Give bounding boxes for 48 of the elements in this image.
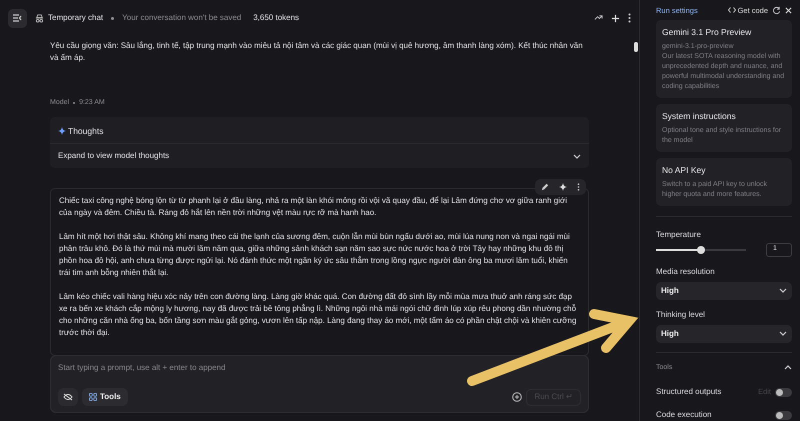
refresh-icon[interactable] [772, 6, 781, 15]
dropdown-select[interactable]: High [656, 282, 792, 300]
add-icon[interactable] [512, 392, 522, 402]
more-options-icon[interactable] [577, 183, 580, 192]
card-title: Gemini 3.1 Pro Preview [662, 26, 752, 39]
response-paragraph: Lâm kéo chiếc vali hàng hiệu xóc nảy trên con đường làng. Làng giờ khác quá. Con đường đất đỏ sình lầy mỗi mùa mưa thuở anh ráng sức đạp xe ra bến xe khách cắp mộng ly hương, nay đã được trải bê tông phẳng lì. Những ngôi nhà mái ngói chữ đinh lúp xúp rêu phong dần nhường chỗ cho những căn nhà ống ba, bốn tầng sơn màu gắt gỏng, vươn lên tấp nập. Làng đang thay áo mới, một tấm áo có phần chật chội và khiên cưỡng trước thời đại. [59, 291, 578, 340]
tools-icon [89, 393, 97, 401]
expand-thoughts-row[interactable]: Expand to view model thoughts [50, 144, 589, 168]
sparkle-icon[interactable] [559, 183, 567, 192]
new-chat-icon[interactable] [611, 14, 620, 22]
sparkle-icon [58, 126, 66, 135]
scrollbar-thumb[interactable] [634, 42, 638, 52]
select-label: Thinking level [656, 308, 706, 320]
stream-toggle-button[interactable] [58, 388, 78, 406]
user-message: Yêu cầu giọng văn: Sâu lắng, tinh tế, tập trung mạnh vào miêu tả nội tâm và các giác quan (mùi vị quê hương, âm thanh làng xóm). Kết thúc nhân văn và ấm áp. [50, 40, 584, 64]
card-title: System instructions [662, 110, 737, 123]
dropdown-select[interactable]: High [656, 324, 792, 342]
chevron-down-icon [573, 154, 581, 159]
code-icon [728, 7, 736, 14]
chat-subtitle: Your conversation won't be saved [122, 12, 242, 24]
eye-slash-icon [63, 393, 73, 401]
tool-label: Structured outputs [656, 386, 722, 398]
response-paragraph: Lâm hít một hơi thật sâu. Không khí mang theo cái the lạnh của sương đêm, cuộn lẫn mùi bùn ngấu dưới ao, mùi lúa nung non và ngai ngái mùi phân trâu khô. Đó là thứ mùi mà mười lăm năm qua, giữa những sảnh khách sạn năm sao sực nức nước hoa ở trời Tây hay những khu đô thị phồn hoa đô hội, anh chưa từng được ngửi lại. Nó đánh thức một ngăn ký ức sâu thẳm trong lồng ngực người đàn ông ba mươi lăm tuổi, khiến trái tim anh bỗng nhiên thắt lại. [59, 231, 571, 280]
compare-icon[interactable] [594, 14, 603, 22]
separator-dot [111, 16, 114, 20]
toggle-switch[interactable] [775, 410, 792, 420]
more-options-icon[interactable] [628, 13, 631, 23]
chevron-down-icon [779, 288, 787, 293]
chat-title: Temporary chat [48, 12, 104, 24]
menu-toggle-button[interactable] [8, 8, 27, 28]
temperature-label: Temperature [656, 228, 702, 240]
chevron-up-icon[interactable] [784, 365, 792, 370]
incognito-icon [35, 14, 44, 22]
response-paragraph: Chiếc taxi công nghệ bóng lộn từ từ phanh lại ở đầu làng, nhả ra một làn khói mỏng rồi vội vã quay đầu, để lại Lâm đứng chơ vơ giữa ranh giới của ngày và đêm. Chiều tà. Ráng đỏ hắt lên nền trời những vệt màu rực rỡ mà hanh hao. [59, 195, 568, 220]
toggle-switch[interactable] [775, 388, 792, 396]
select-label: Media resolution [656, 266, 716, 278]
tool-label: Code execution [656, 409, 712, 421]
close-icon[interactable] [785, 6, 792, 14]
menu-icon [12, 14, 22, 22]
chevron-down-icon [779, 331, 787, 336]
card-title: No API Key [662, 164, 706, 176]
edit-icon[interactable] [541, 183, 549, 192]
tools-button[interactable]: Tools [82, 388, 128, 406]
slider-thumb[interactable] [697, 246, 705, 254]
thoughts-title: Thoughts [68, 124, 104, 138]
prompt-input[interactable]: Start typing a prompt, use alt + enter to append [58, 362, 581, 374]
separator-dot [73, 102, 76, 104]
token-count: 3,650 tokens [253, 12, 300, 24]
